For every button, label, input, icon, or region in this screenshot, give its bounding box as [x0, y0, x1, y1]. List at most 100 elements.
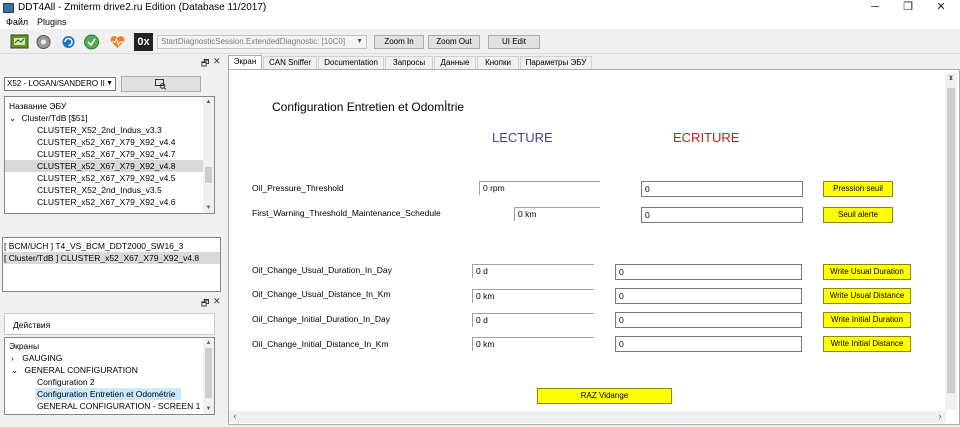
write-column-header: ECRITURE — [673, 130, 740, 145]
param-read-value: 0 km — [514, 207, 600, 221]
tab-requests[interactable]: Запросы — [385, 56, 433, 69]
menu-plugins[interactable]: Plugins — [37, 16, 67, 29]
write-button[interactable]: Pression seuil — [823, 181, 893, 197]
float-icon[interactable]: 🗗 — [201, 296, 209, 312]
write-button[interactable]: Write Usual Duration — [823, 264, 911, 280]
ecu-group-cluster[interactable]: ⌄ Cluster/TdB [$51] — [9, 112, 88, 124]
scroll-down-icon[interactable]: ▼ — [203, 203, 214, 213]
read-column-header: LECTURE — [492, 130, 553, 145]
ecu-list-item[interactable]: CLUSTER_X52_2nd_Indus_v3.3 — [37, 124, 162, 136]
screens-tree-scrollbar[interactable]: ▲ ▼ — [203, 338, 214, 414]
ecu-pane-header: 🗗 ✕ — [0, 56, 224, 68]
heartbeat-icon[interactable] — [108, 33, 127, 51]
actions-label: Действия — [13, 320, 51, 330]
tab-data[interactable]: Данные — [434, 56, 476, 69]
scroll-down-icon[interactable]: ▼ — [945, 73, 957, 85]
param-label: Oil_Change_Initial_Distance_In_Km — [252, 339, 389, 349]
diag-session-select[interactable]: StartDiagnosticSession.ExtendedDiagnosti… — [157, 35, 367, 49]
toolbar: 0x StartDiagnosticSession.ExtendedDiagno… — [0, 30, 960, 54]
ecu-tree-scrollbar[interactable]: ▲ ▼ — [203, 97, 214, 213]
scroll-down-icon[interactable]: ▼ — [203, 404, 214, 414]
diag-session-value: StartDiagnosticSession.ExtendedDiagnosti… — [161, 37, 346, 46]
write-button[interactable]: Write Usual Distance — [823, 288, 911, 304]
search-button[interactable] — [121, 76, 201, 92]
write-button[interactable]: Seuil alerte — [823, 207, 893, 223]
scroll-thumb[interactable] — [205, 348, 212, 398]
param-write-input[interactable]: 0 — [641, 181, 803, 197]
param-label: First_Warning_Threshold_Maintenance_Sche… — [252, 208, 441, 218]
screen-item-selected[interactable]: Configuration Entretien et Odométrie — [35, 388, 182, 400]
zoom-in-button[interactable]: Zoom In — [374, 35, 424, 49]
param-read-value: 0 km — [472, 289, 594, 303]
screen-group-gauging[interactable]: › GAUGING — [11, 352, 62, 364]
screens-tree-header: Экраны — [9, 341, 40, 351]
tab-can-sniffer[interactable]: CAN Sniffer — [263, 56, 317, 69]
screen-canvas-frame: Configuration Entretien et OdomÌtrie LEC… — [228, 69, 960, 425]
float-icon[interactable]: 🗗 — [201, 56, 209, 72]
title-bar: DDT4All - Zmiterm drive2.ru Edition (Dat… — [0, 0, 960, 16]
connected-ecu-item-selected[interactable]: [ Cluster/TdB ] CLUSTER_x52_X67_X79_X92_… — [3, 252, 220, 264]
ecu-scan-icon[interactable] — [10, 33, 29, 51]
reset-oil-change-button[interactable]: RAZ Vidange — [537, 388, 672, 404]
write-button[interactable]: Write Initial Distance — [823, 336, 911, 352]
actions-box[interactable]: Действия — [4, 313, 215, 335]
screen-group-label: GENERAL CONFIGURATION — [24, 365, 138, 375]
refresh-icon[interactable] — [59, 33, 78, 51]
close-button[interactable]: ✕ — [926, 0, 956, 16]
connected-ecu-item[interactable]: [ BCM/UCH ] T4_VS_BCM_DDT2000_SW16_3 — [4, 240, 183, 252]
menu-file[interactable]: Файл — [6, 16, 28, 29]
chevron-down-icon: ▼ — [106, 80, 113, 87]
connect-icon[interactable] — [82, 33, 101, 51]
canvas-horizontal-scrollbar[interactable]: ‹ › — [229, 411, 946, 423]
param-write-input[interactable]: 0 — [615, 264, 802, 280]
ecu-list-item[interactable]: CLUSTER_x52_X67_X79_X92_v4.4 — [37, 136, 175, 148]
scroll-right-icon[interactable]: › — [934, 411, 946, 423]
ecu-tree: Название ЭБУ ⌄ Cluster/TdB [$51] CLUSTER… — [4, 96, 215, 214]
maximize-button[interactable]: ❐ — [893, 0, 923, 16]
param-write-input[interactable]: 0 — [615, 336, 802, 352]
screen-title: Configuration Entretien et OdomÌtrie — [272, 100, 465, 114]
chevron-right-icon: › — [11, 353, 14, 363]
ui-edit-button[interactable]: UI Edit — [488, 35, 540, 49]
screen-group-label: GAUGING — [22, 353, 63, 363]
close-icon[interactable]: ✕ — [213, 56, 221, 67]
ecu-tree-header: Название ЭБУ — [9, 101, 67, 111]
param-write-input[interactable]: 0 — [615, 288, 802, 304]
param-read-value: 0 d — [472, 313, 594, 327]
scroll-up-icon[interactable]: ▲ — [203, 97, 214, 107]
vehicle-select[interactable]: X52 - LOGAN/SANDERO II ▼ — [4, 77, 116, 91]
scroll-thumb[interactable] — [947, 88, 955, 393]
param-write-input[interactable]: 0 — [615, 312, 802, 328]
scroll-up-icon[interactable]: ▲ — [203, 338, 214, 348]
minimize-button[interactable]: ─ — [860, 0, 890, 16]
param-label: Oil_Change_Usual_Duration_In_Day — [252, 265, 392, 275]
ecu-list-item[interactable]: CLUSTER_x52_X67_X79_X92_v4.7 — [37, 148, 175, 160]
screen-item[interactable]: Configuration 2 — [37, 376, 95, 388]
chevron-down-icon: ⌄ — [11, 365, 19, 375]
ecu-list-item[interactable]: CLUSTER_X52_2nd_Indus_v3.5 — [37, 184, 162, 196]
screen-item[interactable]: GENERAL CONFIGURATION - SCREEN 1 — [37, 400, 200, 412]
canvas-vertical-scrollbar[interactable]: ▲ ▼ — [945, 73, 957, 410]
chevron-down-icon: ▼ — [356, 38, 363, 45]
param-write-input[interactable]: 0 — [641, 207, 803, 223]
tab-screen[interactable]: Экран — [228, 55, 262, 70]
search-icon — [155, 79, 167, 90]
settings-gear-icon[interactable] — [34, 33, 53, 51]
ecu-list-item[interactable]: CLUSTER_x52_X67_X79_X92_v4.5 — [37, 172, 175, 184]
tab-documentation[interactable]: Documentation — [318, 56, 384, 69]
tab-ecu-params[interactable]: Параметры ЭБУ — [520, 56, 592, 69]
tab-buttons[interactable]: Кнопки — [477, 56, 519, 69]
scroll-left-icon[interactable]: ‹ — [229, 411, 241, 423]
vehicle-select-value: X52 - LOGAN/SANDERO II — [7, 79, 105, 88]
scroll-thumb[interactable] — [205, 167, 212, 183]
write-button[interactable]: Write Initial Duration — [823, 312, 911, 328]
screen-group-general-configuration[interactable]: ⌄ GENERAL CONFIGURATION — [11, 364, 138, 376]
hex-mode-icon[interactable]: 0x — [134, 33, 153, 51]
ecu-list-item[interactable]: CLUSTER_x52_X67_X79_X92_v4.6 — [37, 196, 175, 208]
chevron-down-icon: ⌄ — [9, 113, 17, 123]
ecu-list-item-selected[interactable]: CLUSTER_x52_X67_X79_X92_v4.8 — [5, 160, 204, 172]
zoom-out-button[interactable]: Zoom Out — [428, 35, 480, 49]
app-icon — [3, 3, 14, 13]
close-icon[interactable]: ✕ — [213, 296, 221, 307]
menu-bar: Файл Plugins — [0, 16, 960, 29]
